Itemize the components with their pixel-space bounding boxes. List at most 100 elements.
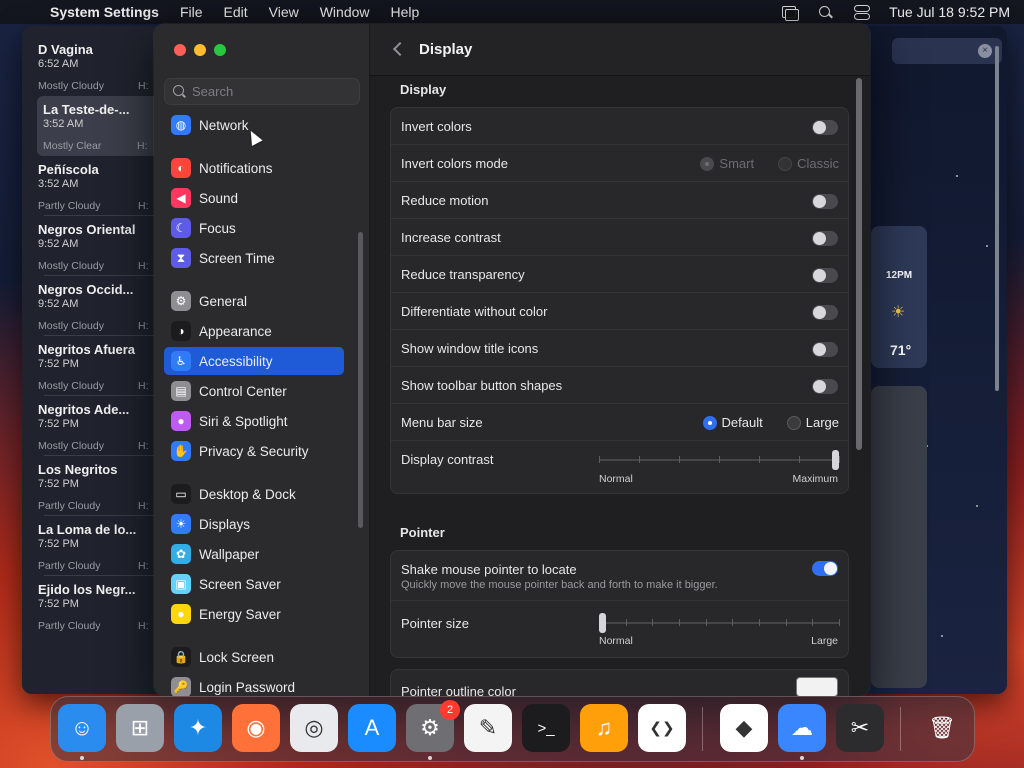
sidebar-item-screen-saver[interactable]: ▣ Screen Saver — [164, 570, 344, 598]
weather-location-item[interactable]: Negros Occid... 9:52 AM Mostly Cloudy H: — [38, 276, 173, 336]
textedit-icon[interactable]: ✎ — [464, 704, 512, 752]
option-smart[interactable]: Smart — [700, 156, 754, 171]
sidebar-item-displays[interactable]: ☀ Displays — [164, 510, 344, 538]
garageband-icon[interactable]: ♫ — [580, 704, 628, 752]
contrast-min-label: Normal — [599, 473, 633, 485]
sidebar-item-login-password[interactable]: 🔑 Login Password — [164, 673, 344, 696]
chrome-icon[interactable]: ◎ — [290, 704, 338, 752]
zoom-window-button[interactable] — [214, 44, 226, 56]
radio-classic[interactable] — [778, 156, 793, 171]
instruments-icon[interactable]: ✂ — [836, 704, 884, 752]
dock-glyph: ☁ — [791, 715, 813, 740]
trash-icon[interactable]: 🗑 — [918, 704, 966, 752]
app-store-icon[interactable]: A — [348, 704, 396, 752]
content-scrollbar[interactable] — [856, 78, 862, 450]
location-time: 3:52 AM — [38, 178, 79, 190]
option-classic[interactable]: Classic — [778, 156, 839, 171]
sidebar-item-energy-saver[interactable]: ● Energy Saver — [164, 600, 344, 628]
slider-knob[interactable] — [599, 613, 606, 633]
sidebar-item-wallpaper[interactable]: ✿ Wallpaper — [164, 540, 344, 568]
sidebar-item-lock-screen[interactable]: 🔒 Lock Screen — [164, 643, 344, 671]
vscode-icon[interactable]: ❮❯ — [638, 704, 686, 752]
radio-smart[interactable] — [700, 156, 715, 171]
sidebar-item-label: Siri & Spotlight — [199, 413, 288, 429]
sidebar-item-control-center[interactable]: ▤ Control Center — [164, 377, 344, 405]
radio-default[interactable] — [702, 415, 717, 430]
menu-file[interactable]: File — [180, 4, 203, 20]
hand-icon: ✋ — [171, 441, 191, 461]
weather-search-field[interactable]: × — [892, 38, 1002, 64]
shake-pointer-toggle[interactable] — [812, 561, 838, 576]
option-default[interactable]: Default — [702, 415, 763, 430]
pointer-outline-color-well[interactable] — [796, 677, 838, 696]
sidebar-item-appearance[interactable]: ◑ Appearance — [164, 317, 344, 345]
display-contrast-slider[interactable] — [599, 450, 840, 470]
finder-icon[interactable]: ☺ — [58, 704, 106, 752]
weather-location-item[interactable]: D Vagina 6:52 AM Mostly Cloudy H: — [38, 36, 173, 96]
weather-icon[interactable]: ☁ — [778, 704, 826, 752]
differentiate-without-color-toggle[interactable] — [812, 305, 838, 320]
sidebar-scrollbar[interactable] — [358, 232, 363, 528]
invert-colors-toggle[interactable] — [812, 120, 838, 135]
show-window-title-icons-toggle[interactable] — [812, 342, 838, 357]
row-show-window-title-icons: Show window title icons — [391, 330, 848, 367]
weather-location-item[interactable]: Negritos Afuera 7:52 PM Mostly Cloudy H: — [38, 336, 173, 396]
sidebar-item-screen-time[interactable]: ⧗ Screen Time — [164, 244, 344, 272]
menu-view[interactable]: View — [269, 4, 299, 20]
menu-window[interactable]: Window — [320, 4, 370, 20]
control-center-icon[interactable] — [853, 5, 871, 20]
dock-glyph: >_ — [537, 719, 555, 737]
slider-knob[interactable] — [832, 450, 839, 470]
menu-app-name[interactable]: System Settings — [50, 4, 159, 20]
pointer-outline-label: Pointer outline color — [401, 684, 516, 696]
sidebar-search[interactable] — [164, 78, 360, 105]
weather-location-item[interactable]: Negritos Ade... 7:52 PM Mostly Cloudy H: — [38, 396, 173, 456]
clear-search-icon[interactable]: × — [978, 44, 992, 58]
increase-contrast-toggle[interactable] — [812, 231, 838, 246]
dock-glyph: A — [364, 715, 380, 740]
running-indicator — [800, 756, 804, 760]
menu-edit[interactable]: Edit — [224, 4, 248, 20]
firefox-icon[interactable]: ◉ — [232, 704, 280, 752]
close-window-button[interactable] — [174, 44, 186, 56]
safari-icon[interactable]: ✦ — [174, 704, 222, 752]
location-city: Peñíscola — [38, 162, 99, 177]
system-settings-icon[interactable]: ⚙ 2 — [406, 700, 460, 752]
weather-location-item[interactable]: Los Negritos 7:52 PM Partly Cloudy H: — [38, 456, 173, 516]
launchpad-icon[interactable]: ⊞ — [116, 704, 164, 752]
sidebar-item-accessibility[interactable]: ♿ Accessibility — [164, 347, 344, 375]
menu-clock[interactable]: Tue Jul 18 9:52 PM — [889, 4, 1010, 20]
reduce-motion-toggle[interactable] — [812, 194, 838, 209]
spotlight-icon[interactable] — [817, 5, 835, 19]
location-divider — [44, 215, 154, 216]
option-large[interactable]: Large — [786, 415, 839, 430]
sidebar-item-general[interactable]: ⚙ General — [164, 287, 344, 315]
terminal-icon[interactable]: >_ — [522, 704, 570, 752]
show-window-title-icons-label: Show window title icons — [401, 341, 539, 356]
sidebar-item-focus[interactable]: ☾ Focus — [164, 214, 344, 242]
weather-location-item[interactable]: La Teste-de-... 3:52 AM Mostly Clear H: — [37, 96, 165, 156]
weather-location-item[interactable]: Peñíscola 3:52 AM Partly Cloudy H: — [38, 156, 173, 216]
sidebar-item-label: Login Password — [199, 679, 296, 695]
stage-manager-icon[interactable] — [781, 5, 800, 21]
pointer-size-slider[interactable] — [599, 613, 840, 633]
radio-large[interactable] — [786, 415, 801, 430]
weather-location-item[interactable]: Ejido los Negr... 7:52 PM Partly Cloudy H: — [38, 576, 173, 636]
sidebar-item-sound[interactable]: ◀ Sound — [164, 184, 344, 212]
menu-help[interactable]: Help — [391, 4, 420, 20]
weather-scrollbar[interactable] — [995, 46, 999, 391]
weather-location-item[interactable]: Negros Oriental 9:52 AM Mostly Cloudy H: — [38, 216, 173, 276]
minimize-window-button[interactable] — [194, 44, 206, 56]
row-increase-contrast: Increase contrast — [391, 219, 848, 256]
sidebar-item-privacy-security[interactable]: ✋ Privacy & Security — [164, 437, 344, 465]
weather-location-item[interactable]: La Loma de lo... 7:52 PM Partly Cloudy H: — [38, 516, 173, 576]
sidebar-search-input[interactable] — [192, 84, 352, 99]
sidebar-item-desktop-dock[interactable]: ▭ Desktop & Dock — [164, 480, 344, 508]
show-toolbar-button-shapes-toggle[interactable] — [812, 379, 838, 394]
invert-colors-mode-options: Smart Classic — [684, 156, 839, 171]
reduce-transparency-toggle[interactable] — [812, 268, 838, 283]
back-chevron-icon[interactable] — [392, 42, 402, 56]
sidebar-item-siri-spotlight[interactable]: ● Siri & Spotlight — [164, 407, 344, 435]
sidebar-item-notifications[interactable]: ◐ Notifications — [164, 154, 344, 182]
visual-studio-icon[interactable]: ◆ — [720, 704, 768, 752]
